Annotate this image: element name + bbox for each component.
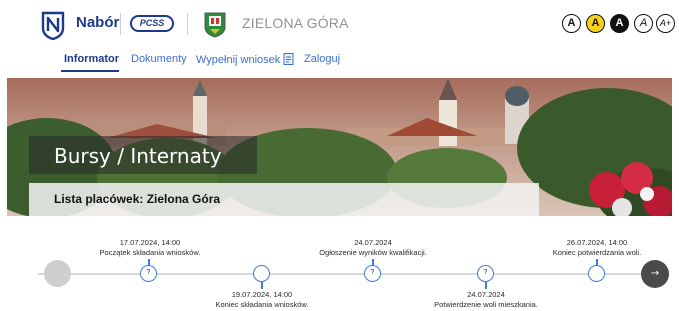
- nav-informator[interactable]: Informator: [64, 53, 119, 65]
- nav-wypelnij-wniosek[interactable]: Wypełnij wniosek: [196, 53, 294, 66]
- timeline-event-text: Koniec potwierdzania woli.: [552, 248, 642, 257]
- timeline-event-text: Koniec składania wniosków.: [215, 300, 309, 309]
- timeline-node-2[interactable]: [253, 265, 270, 282]
- timeline-event-date: 26.07.2024, 14:00: [566, 238, 628, 247]
- header: Nabór PCSS ZIELONA GÓRA A A A A A+: [0, 0, 679, 50]
- timeline-event-3-label: 24.07.2024 Ogłoszenie wyników kwalifikac…: [283, 238, 463, 258]
- timeline-tick: [261, 282, 263, 289]
- nav-dokumenty[interactable]: Dokumenty: [131, 53, 187, 65]
- timeline-event-date: 19.07.2024, 14:00: [231, 290, 293, 299]
- font-larger-button[interactable]: A+: [656, 14, 675, 33]
- contrast-dark-button[interactable]: A: [610, 14, 629, 33]
- timeline-node-1[interactable]: ?: [140, 265, 157, 282]
- timeline-event-2-label: 19.07.2024, 14:00 Koniec składania wnios…: [172, 290, 352, 310]
- pcss-logo[interactable]: PCSS: [130, 15, 174, 32]
- timeline-event-text: Potwierdzenie woli mieszkania.: [434, 300, 538, 309]
- timeline-track: [38, 273, 646, 275]
- timeline-event-4-label: 24.07.2024 Potwierdzenie woli mieszkania…: [396, 290, 576, 310]
- page-title: Bursy / Internaty: [54, 144, 222, 168]
- timeline-event-date: 24.07.2024: [354, 238, 392, 247]
- timeline-event-date: 24.07.2024: [467, 290, 505, 299]
- nabor-logo-icon[interactable]: [40, 10, 66, 40]
- timeline-prev-button[interactable]: [44, 260, 71, 287]
- page: Nabór PCSS ZIELONA GÓRA A A A A A+ Infor…: [0, 0, 679, 311]
- timeline-event-text: Ogłoszenie wyników kwalifikacji.: [319, 248, 427, 257]
- main-nav: Informator Dokumenty Wypełnij wniosek Za…: [0, 50, 679, 72]
- document-icon: [283, 53, 294, 65]
- city-name: ZIELONA GÓRA: [242, 15, 349, 31]
- timeline: 17.07.2024, 14:00 Początek składania wni…: [0, 230, 679, 311]
- nav-wypelnij-wniosek-label: Wypełnij wniosek: [196, 54, 281, 66]
- nav-zaloguj[interactable]: Zaloguj: [304, 53, 340, 65]
- timeline-event-text: Początek składania wniosków.: [99, 248, 201, 257]
- contrast-default-button[interactable]: A: [562, 14, 581, 33]
- nav-active-underline: [61, 70, 119, 72]
- font-normal-button[interactable]: A: [634, 14, 653, 33]
- timeline-node-4[interactable]: ?: [477, 265, 494, 282]
- timeline-next-button[interactable]: →: [641, 260, 669, 288]
- contrast-yellow-button[interactable]: A: [586, 14, 605, 33]
- timeline-event-1-label: 17.07.2024, 14:00 Początek składania wni…: [60, 238, 240, 258]
- brand-name[interactable]: Nabór: [76, 14, 119, 31]
- header-divider: [120, 13, 121, 35]
- timeline-node-3[interactable]: ?: [364, 265, 381, 282]
- city-crest-icon: [204, 12, 226, 38]
- timeline-node-5[interactable]: [588, 265, 605, 282]
- page-subtitle: Lista placówek: Zielona Góra: [54, 192, 221, 206]
- timeline-tick: [485, 282, 487, 289]
- header-divider: [187, 13, 188, 35]
- timeline-event-date: 17.07.2024, 14:00: [119, 238, 181, 247]
- timeline-event-5-label: 26.07.2024, 14:00 Koniec potwierdzania w…: [507, 238, 679, 258]
